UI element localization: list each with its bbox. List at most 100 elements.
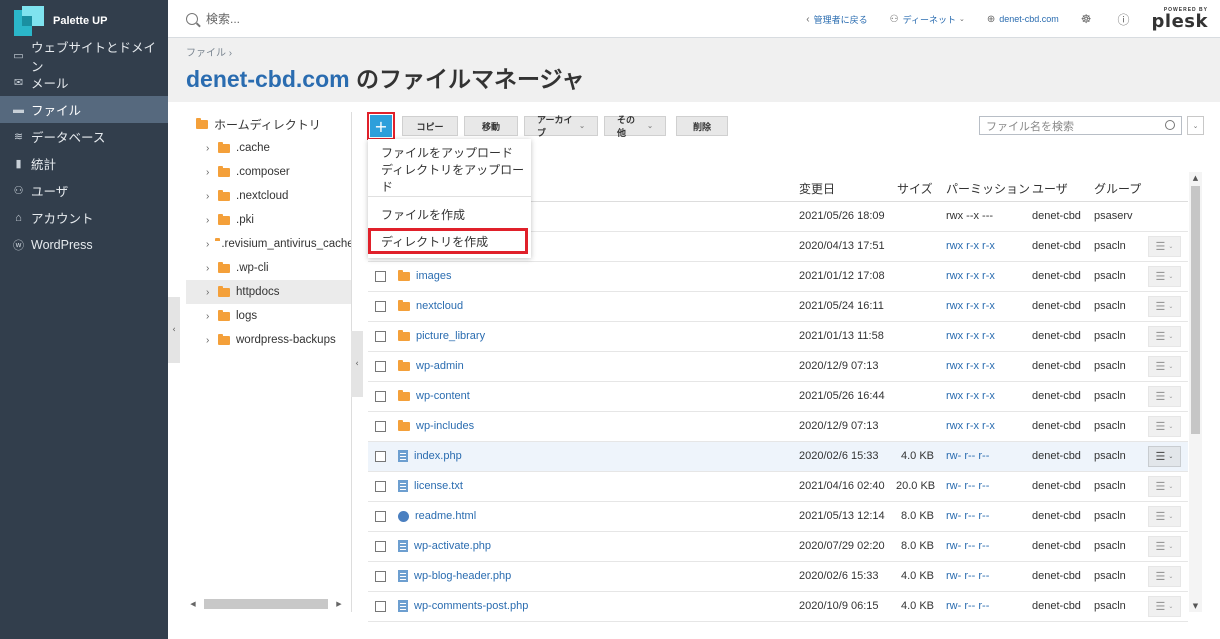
table-row[interactable]: wp-content 2021/05/26 16:44 rwx r-x r-x den… (368, 382, 1188, 412)
row-checkbox[interactable] (375, 331, 386, 342)
tree-horizontal-scrollbar[interactable]: ◀ ▶ (186, 596, 348, 612)
table-row[interactable]: index.php 2020/02/6 15:33 4.0 KB rw- r-- r-… (368, 442, 1188, 472)
collapse-tree-handle[interactable]: ‹ (351, 331, 363, 397)
chevron-right-icon[interactable]: › (206, 167, 212, 178)
tree-item[interactable]: › wordpress-backups (186, 328, 352, 352)
tree-root[interactable]: ホームディレクトリ (186, 112, 352, 136)
file-name-link[interactable]: index.php (398, 450, 462, 462)
file-name-link[interactable]: license.txt (398, 480, 463, 492)
create-file-item[interactable]: ファイルを作成 (368, 201, 531, 227)
row-checkbox[interactable] (375, 391, 386, 402)
scrollbar-thumb[interactable] (204, 599, 328, 609)
page-title-domain[interactable]: denet-cbd.com (186, 66, 350, 92)
tree-item[interactable]: › .revisium_antivirus_cache (186, 232, 352, 256)
chevron-right-icon[interactable]: › (206, 239, 209, 250)
search-options-button[interactable]: ⌄ (1187, 116, 1204, 135)
file-search-input[interactable]: ファイル名を検索 (979, 116, 1182, 135)
table-row[interactable]: wp-comments-post.php 2020/10/9 06:15 4.0 K… (368, 592, 1188, 622)
row-checkbox[interactable] (375, 481, 386, 492)
row-menu-button[interactable]: ☰ ⌄ (1148, 296, 1181, 317)
sidebar-item-5[interactable]: ⚇ ユーザ (0, 177, 168, 204)
chevron-right-icon[interactable]: › (206, 263, 212, 274)
copy-button[interactable]: コピー (402, 116, 458, 136)
permissions[interactable]: rwx r-x r-x (946, 390, 995, 402)
sidebar-item-4[interactable]: ▮ 統計 (0, 150, 168, 177)
permissions[interactable]: rw- r-- r-- (946, 450, 989, 462)
row-menu-button[interactable]: ☰ ⌄ (1148, 596, 1181, 617)
more-button[interactable]: その他 ⌄ (604, 115, 666, 138)
column-group[interactable]: グループ (1094, 180, 1141, 197)
table-row[interactable]: wp-includes 2020/12/9 07:13 rwx r-x r-x den… (368, 412, 1188, 442)
table-vertical-scrollbar[interactable]: ▲ ▼ (1189, 172, 1202, 612)
file-name-link[interactable]: readme.html (398, 510, 476, 522)
global-search-input[interactable]: 検索... (206, 10, 240, 27)
table-row[interactable]: images 2021/01/12 17:08 rwx r-x r-x denet-c… (368, 262, 1188, 292)
scroll-down-icon[interactable]: ▼ (1189, 600, 1202, 612)
row-checkbox[interactable] (375, 271, 386, 282)
row-checkbox[interactable] (375, 571, 386, 582)
back-to-admin-link[interactable]: ‹ 管理者に戻る (806, 13, 867, 26)
tree-item[interactable]: › .wp-cli (186, 256, 352, 280)
file-name-link[interactable]: wp-activate.php (398, 540, 491, 552)
move-button[interactable]: 移動 (464, 116, 518, 136)
breadcrumb-files[interactable]: ファイル (186, 48, 226, 59)
row-checkbox[interactable] (375, 451, 386, 462)
delete-button[interactable]: 削除 (676, 116, 728, 136)
table-row[interactable]: wp-blog-header.php 2020/02/6 15:33 4.0 KB r… (368, 562, 1188, 592)
row-checkbox[interactable] (375, 421, 386, 432)
permissions[interactable]: rw- r-- r-- (946, 540, 989, 552)
file-name-link[interactable]: wp-admin (398, 359, 464, 372)
permissions[interactable]: rw- r-- r-- (946, 510, 989, 522)
sidebar-item-0[interactable]: ▭ ウェブサイトとドメイン (0, 41, 168, 74)
column-permissions[interactable]: パーミッション (946, 180, 1030, 197)
upload-directory-item[interactable]: ディレクトリをアップロード (368, 163, 531, 194)
row-checkbox[interactable] (375, 361, 386, 372)
permissions[interactable]: rwx r-x r-x (946, 270, 995, 282)
chevron-right-icon[interactable]: › (206, 287, 212, 298)
file-name-link[interactable]: wp-blog-header.php (398, 570, 511, 582)
tree-item[interactable]: › .pki (186, 208, 352, 232)
tree-item[interactable]: › logs (186, 304, 352, 328)
row-menu-button[interactable]: ☰ ⌄ (1148, 356, 1181, 377)
row-menu-button[interactable]: ☰ ⌄ (1148, 416, 1181, 437)
chevron-right-icon[interactable]: › (206, 215, 212, 226)
file-name-link[interactable]: wp-content (398, 389, 470, 402)
scroll-up-icon[interactable]: ▲ (1189, 172, 1202, 184)
row-menu-button[interactable]: ☰ ⌄ (1148, 266, 1181, 287)
tree-item[interactable]: › .cache (186, 136, 352, 160)
permissions[interactable]: rw- r-- r-- (946, 600, 989, 612)
scroll-right-icon[interactable]: ▶ (332, 600, 346, 608)
permissions[interactable]: rwx r-x r-x (946, 420, 995, 432)
row-menu-button[interactable]: ☰ ⌄ (1148, 446, 1181, 467)
domain-link[interactable]: ⊕ denet-cbd.com (987, 14, 1059, 25)
chevron-right-icon[interactable]: › (206, 143, 212, 154)
row-menu-button[interactable]: ☰ ⌄ (1148, 476, 1181, 497)
sidebar-item-2[interactable]: ▬ ファイル (0, 96, 168, 123)
column-owner[interactable]: ユーザ (1032, 180, 1068, 197)
chevron-right-icon[interactable]: › (206, 191, 212, 202)
permissions[interactable]: rwx r-x r-x (946, 360, 995, 372)
extensions-button[interactable]: ☸ (1081, 12, 1096, 26)
table-row[interactable]: nextcloud 2021/05/24 16:11 rwx r-x r-x dene… (368, 292, 1188, 322)
table-row[interactable]: picture_library 2021/01/13 11:58 rwx r-x r… (368, 322, 1188, 352)
row-menu-button[interactable]: ☰ ⌄ (1148, 536, 1181, 557)
table-row[interactable]: wp-admin 2020/12/9 07:13 rwx r-x r-x denet-… (368, 352, 1188, 382)
chevron-right-icon[interactable]: › (206, 335, 212, 346)
search-icon[interactable] (1165, 120, 1175, 130)
row-checkbox[interactable] (375, 601, 386, 612)
permissions[interactable]: rwx r-x r-x (946, 330, 995, 342)
permissions[interactable]: rwx r-x r-x (946, 240, 995, 252)
scrollbar-thumb[interactable] (1191, 186, 1200, 434)
permissions[interactable]: rwx r-x r-x (946, 300, 995, 312)
permissions[interactable]: rw- r-- r-- (946, 480, 989, 492)
file-name-link[interactable]: picture_library (398, 329, 485, 342)
file-name-link[interactable]: wp-includes (398, 419, 474, 432)
row-menu-button[interactable]: ☰ ⌄ (1148, 566, 1181, 587)
file-name-link[interactable]: nextcloud (398, 299, 463, 312)
table-row[interactable]: wp-activate.php 2020/07/29 02:20 8.0 KB rw-… (368, 532, 1188, 562)
tree-item[interactable]: › .nextcloud (186, 184, 352, 208)
user-menu[interactable]: ⚇ ディーネット ⌄ (890, 13, 965, 26)
permissions[interactable]: rw- r-- r-- (946, 570, 989, 582)
row-menu-button[interactable]: ☰ ⌄ (1148, 506, 1181, 527)
row-menu-button[interactable]: ☰ ⌄ (1148, 236, 1181, 257)
